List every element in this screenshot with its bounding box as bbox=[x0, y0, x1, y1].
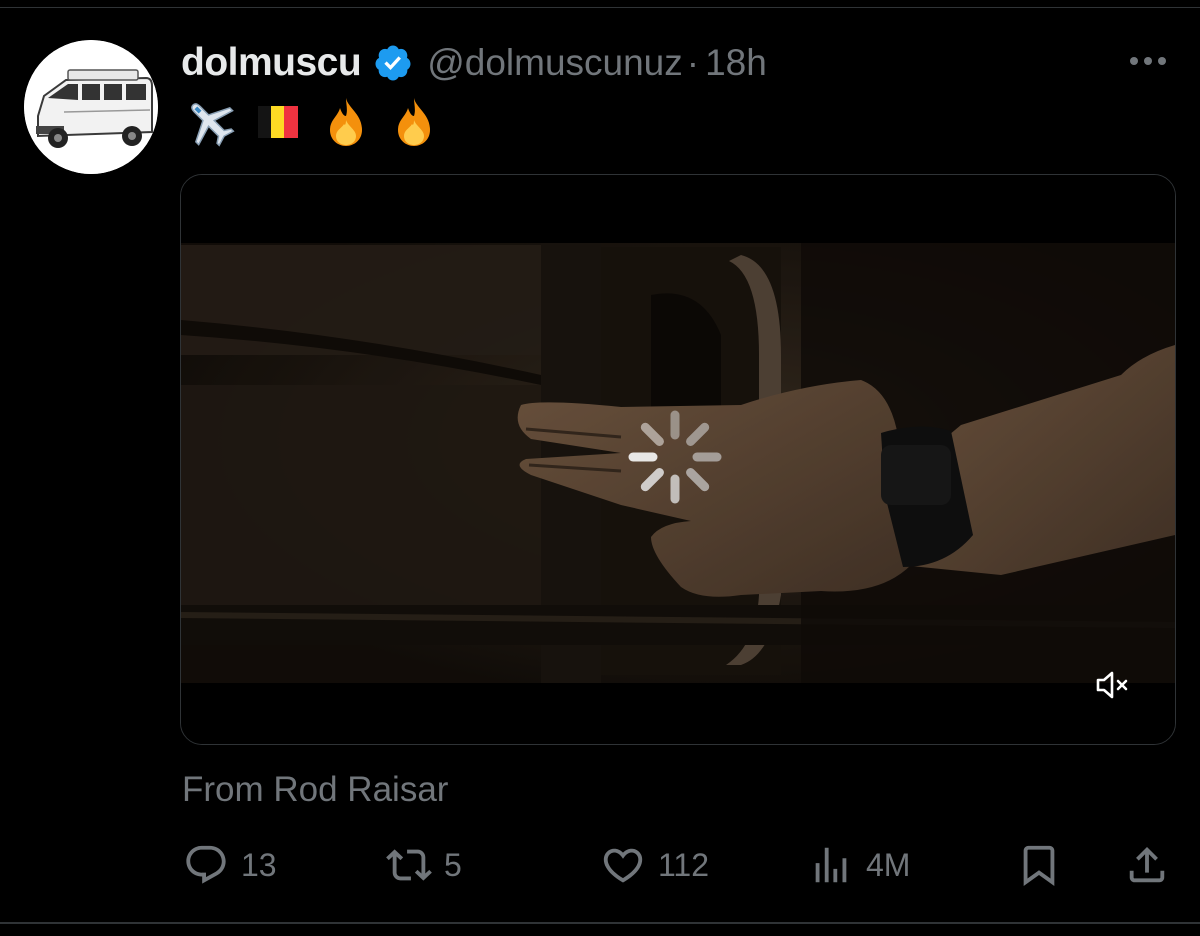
loading-spinner-icon bbox=[628, 410, 722, 504]
action-bar: 13 5 112 4M bbox=[0, 830, 1200, 900]
bookmark-button[interactable] bbox=[1016, 840, 1062, 890]
views-button[interactable]: 4M bbox=[808, 840, 910, 890]
top-divider bbox=[0, 7, 1200, 8]
verified-badge-icon[interactable] bbox=[373, 43, 413, 83]
tweet-header: dolmuscu @dolmuscunuz · 18h bbox=[181, 36, 767, 90]
mute-icon[interactable] bbox=[1095, 669, 1131, 701]
video-player[interactable] bbox=[180, 174, 1176, 745]
heart-icon bbox=[603, 848, 643, 883]
user-handle[interactable]: @dolmuscunuz bbox=[427, 42, 683, 84]
reply-count: 13 bbox=[241, 846, 277, 883]
reply-icon bbox=[186, 845, 226, 884]
more-options-icon[interactable] bbox=[1122, 46, 1174, 76]
reply-button[interactable]: 13 bbox=[183, 840, 277, 890]
belgium-flag-icon bbox=[250, 94, 306, 150]
video-source-attribution[interactable]: From Rod Raisar bbox=[182, 770, 448, 810]
fire-icon bbox=[318, 94, 374, 150]
repost-count: 5 bbox=[444, 846, 462, 883]
separator-dot: · bbox=[686, 42, 700, 83]
share-icon bbox=[1129, 846, 1165, 883]
views-chart-icon bbox=[815, 847, 847, 883]
like-count: 112 bbox=[658, 846, 710, 883]
van-avatar-image bbox=[24, 40, 158, 174]
share-button[interactable] bbox=[1124, 840, 1170, 890]
bottom-divider bbox=[0, 922, 1200, 924]
repost-button[interactable]: 5 bbox=[386, 840, 462, 890]
airplane-icon bbox=[182, 94, 238, 150]
avatar[interactable] bbox=[24, 40, 158, 174]
fire-icon bbox=[386, 94, 442, 150]
repost-icon bbox=[386, 849, 432, 881]
display-name[interactable]: dolmuscu bbox=[181, 41, 362, 85]
bookmark-icon bbox=[1023, 845, 1055, 886]
tweet-text bbox=[182, 92, 442, 152]
view-count: 4M bbox=[866, 846, 911, 883]
timestamp[interactable]: 18h bbox=[705, 42, 767, 84]
like-button[interactable]: 112 bbox=[600, 840, 709, 890]
